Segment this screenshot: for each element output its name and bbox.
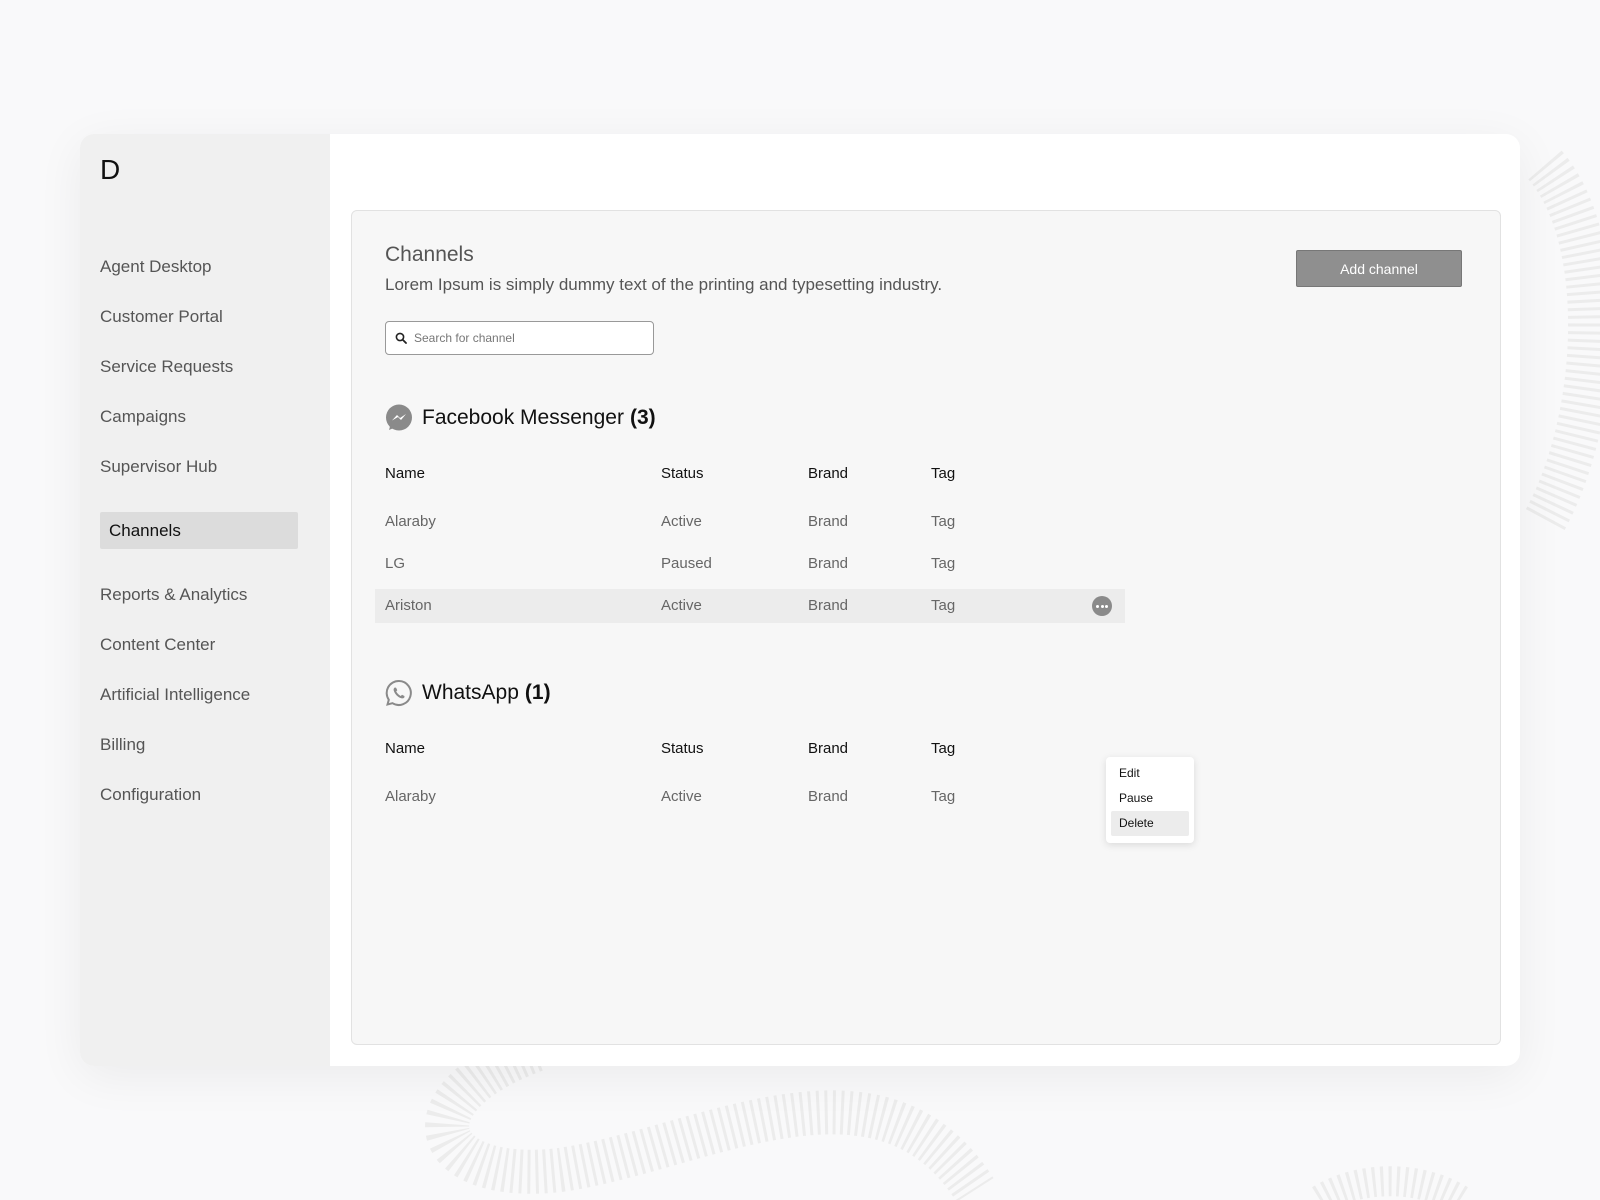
- cell-tag: Tag: [931, 513, 956, 530]
- cell-tag: Tag: [931, 555, 956, 572]
- cell-status: Paused: [661, 555, 712, 572]
- menu-item-pause[interactable]: Pause: [1111, 786, 1189, 811]
- sidebar-item-customer-portal[interactable]: Customer Portal: [100, 298, 298, 335]
- channels-panel: Channels Lorem Ipsum is simply dummy tex…: [351, 210, 1501, 1045]
- sidebar-item-service-requests[interactable]: Service Requests: [100, 348, 298, 385]
- sidebar-item-agent-desktop[interactable]: Agent Desktop: [100, 248, 298, 285]
- cell-status: Active: [661, 513, 702, 530]
- table-row-hovered[interactable]: Ariston Active Brand Tag: [375, 589, 1125, 623]
- column-header-name[interactable]: Name: [385, 457, 425, 491]
- cell-name: LG: [385, 555, 406, 572]
- table-header: Name Status Brand Tag: [375, 457, 1125, 491]
- whatsapp-icon: [385, 679, 412, 706]
- sidebar-item-channels[interactable]: Channels: [100, 512, 298, 549]
- app-window: D Agent Desktop Customer Portal Service …: [80, 134, 1520, 1066]
- table-header: Name Status Brand Tag: [375, 732, 1125, 766]
- section-title: WhatsApp: [422, 681, 519, 704]
- search-input[interactable]: [414, 322, 644, 354]
- cell-status: Active: [661, 597, 702, 614]
- sidebar-item-campaigns[interactable]: Campaigns: [100, 398, 298, 435]
- add-channel-button[interactable]: Add channel: [1296, 250, 1462, 287]
- menu-item-delete[interactable]: Delete: [1111, 811, 1189, 836]
- table-row[interactable]: Alaraby Active Brand Tag: [375, 505, 1125, 539]
- menu-item-edit[interactable]: Edit: [1111, 761, 1189, 786]
- section-facebook-messenger: Facebook Messenger (3): [385, 404, 656, 432]
- page-description: Lorem Ipsum is simply dummy text of the …: [385, 275, 943, 294]
- column-header-tag[interactable]: Tag: [931, 457, 955, 491]
- cell-status: Active: [661, 788, 702, 805]
- column-header-status[interactable]: Status: [661, 457, 704, 491]
- search-icon: [395, 332, 407, 344]
- column-header-name[interactable]: Name: [385, 732, 425, 766]
- section-title: Facebook Messenger: [422, 406, 624, 429]
- sidebar: D Agent Desktop Customer Portal Service …: [80, 134, 330, 1066]
- cell-name: Alaraby: [385, 513, 436, 530]
- column-header-status[interactable]: Status: [661, 732, 704, 766]
- messenger-icon: [386, 404, 412, 431]
- cell-name: Ariston: [385, 597, 432, 614]
- section-whatsapp: WhatsApp (1): [385, 679, 551, 707]
- cell-tag: Tag: [931, 788, 956, 805]
- sidebar-item-supervisor-hub[interactable]: Supervisor Hub: [100, 448, 298, 485]
- cell-name: Alaraby: [385, 788, 436, 805]
- table-row[interactable]: LG Paused Brand Tag: [375, 547, 1125, 581]
- search-box[interactable]: [385, 321, 654, 355]
- column-header-tag[interactable]: Tag: [931, 732, 955, 766]
- row-context-menu: Edit Pause Delete: [1106, 757, 1194, 843]
- sidebar-item-billing[interactable]: Billing: [100, 726, 298, 763]
- sidebar-item-reports-analytics[interactable]: Reports & Analytics: [100, 576, 298, 613]
- column-header-brand[interactable]: Brand: [808, 732, 848, 766]
- table-row[interactable]: Alaraby Active Brand Tag: [375, 780, 1125, 814]
- page-title: Channels: [385, 243, 474, 266]
- cell-brand: Brand: [808, 555, 849, 572]
- cell-brand: Brand: [808, 788, 849, 805]
- sidebar-item-content-center[interactable]: Content Center: [100, 626, 298, 663]
- more-options-icon[interactable]: [1092, 596, 1112, 616]
- section-count: (3): [629, 406, 656, 429]
- cell-tag: Tag: [931, 597, 956, 614]
- cell-brand: Brand: [808, 513, 849, 530]
- app-logo: D: [100, 154, 121, 185]
- sidebar-item-configuration[interactable]: Configuration: [100, 776, 298, 813]
- column-header-brand[interactable]: Brand: [808, 457, 848, 491]
- sidebar-item-artificial-intelligence[interactable]: Artificial Intelligence: [100, 676, 298, 713]
- section-count: (1): [524, 681, 551, 704]
- cell-brand: Brand: [808, 597, 849, 614]
